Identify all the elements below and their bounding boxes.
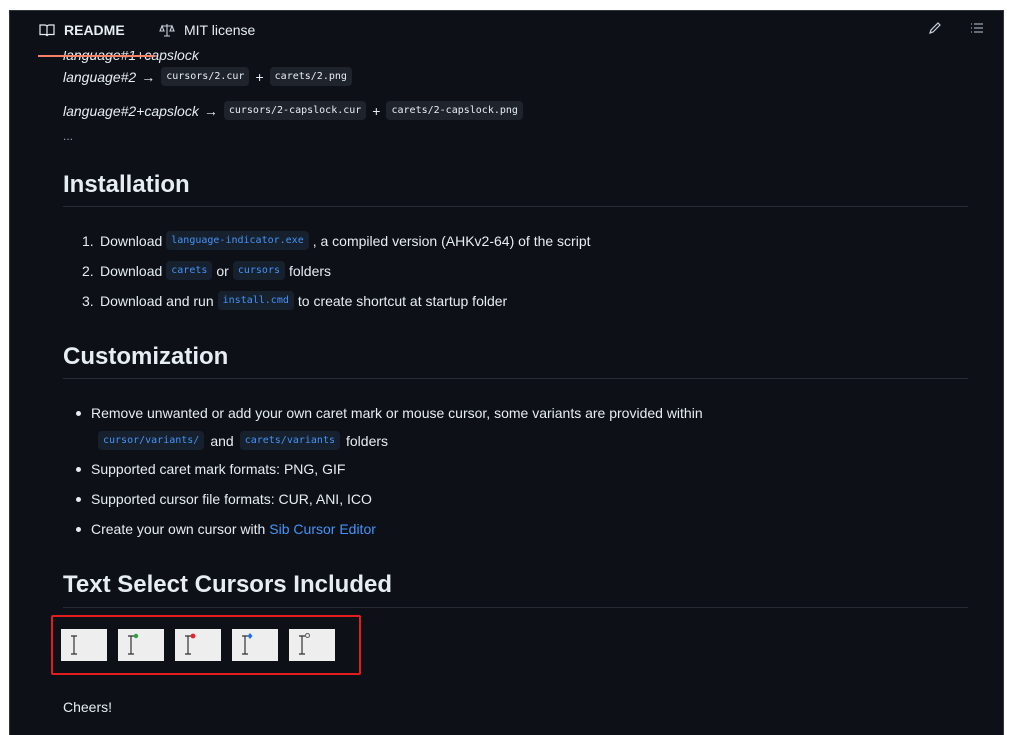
bullet-icon: [76, 526, 81, 532]
step-text: , a compiled version (AHKv2-64) of the s…: [312, 232, 591, 249]
cheers-text: Cheers!: [63, 699, 113, 715]
ibeam-green-icon: [118, 629, 164, 661]
step-text: Download: [100, 232, 163, 249]
step-text: or: [216, 262, 229, 279]
cursor-highlight-box: [51, 615, 361, 675]
mapping-line: language#2+capslock → cursors/2-capslock…: [63, 101, 523, 120]
step-text: Download and run: [100, 292, 214, 309]
step-text: Download: [100, 262, 163, 279]
item-text: Create your own cursor with: [91, 521, 266, 537]
step-number: 2.: [82, 262, 94, 279]
item-text: Supported cursor file formats: CUR, ANI,…: [91, 491, 372, 507]
caret-variants-link[interactable]: carets/variants: [239, 431, 340, 450]
readme-content: language#1+capslock language#2 → cursors…: [10, 11, 1003, 735]
edit-button[interactable]: [924, 19, 946, 41]
installation-heading: Installation: [63, 171, 190, 198]
ibeam-ring-icon: [289, 629, 335, 661]
ellipsis-text: ...: [63, 129, 74, 143]
mapping-line: language#2 → cursors/2.cur + carets/2.pn…: [63, 67, 352, 86]
step-text: to create shortcut at startup folder: [297, 292, 508, 309]
step-item: 2. Download carets or cursors folders: [82, 261, 331, 280]
carets-folder-link[interactable]: carets: [166, 261, 213, 280]
install-cmd-link[interactable]: install.cmd: [217, 291, 294, 310]
item-text: Supported caret mark formats: PNG, GIF: [91, 461, 346, 477]
book-icon: [38, 23, 56, 37]
bullet-icon: [76, 410, 81, 416]
mapping-language: language#2+capslock: [63, 102, 199, 119]
arrow-text: →: [141, 68, 156, 85]
bullet-icon: [76, 466, 81, 472]
list-item: Supported cursor file formats: CUR, ANI,…: [76, 491, 372, 507]
step-number: 3.: [82, 292, 94, 309]
outline-button[interactable]: [966, 19, 988, 41]
mapping-language: language#2: [63, 68, 137, 85]
list-item: Supported caret mark formats: PNG, GIF: [76, 461, 345, 477]
list-item: Create your own cursor with Sib Cursor E…: [76, 521, 376, 537]
list-icon: [970, 21, 984, 40]
ibeam-plain-icon: [61, 629, 107, 661]
plus-text: +: [255, 68, 264, 85]
item-text: folders: [346, 432, 389, 449]
caret-path-code: carets/2.png: [269, 67, 352, 86]
heading-rule: [63, 206, 968, 207]
list-item-continuation: cursor/variants/ and carets/variants fol…: [98, 431, 388, 450]
tab-license-label: MIT license: [184, 22, 256, 38]
sib-cursor-editor-link[interactable]: Sib Cursor Editor: [269, 521, 376, 537]
ibeam-red-icon: [175, 629, 221, 661]
cursor-variants-link[interactable]: cursor/variants/: [98, 431, 205, 450]
law-icon: [158, 23, 176, 37]
tab-readme-label: README: [64, 22, 125, 38]
customization-heading: Customization: [63, 343, 229, 370]
item-text: Remove unwanted or add your own caret ma…: [91, 405, 703, 421]
bullet-icon: [76, 496, 81, 502]
installation-steps: 1. Download language-indicator.exe , a c…: [82, 227, 882, 327]
step-item: 1. Download language-indicator.exe , a c…: [82, 231, 591, 250]
tab-license[interactable]: MIT license: [158, 11, 255, 49]
arrow-text: →: [203, 102, 218, 119]
step-item: 3. Download and run install.cmd to creat…: [82, 291, 507, 310]
step-text: folders: [289, 262, 332, 279]
cursor-path-code: cursors/2-capslock.cur: [223, 101, 367, 120]
readme-panel: language#1+capslock language#2 → cursors…: [9, 10, 1004, 735]
customization-list: Remove unwanted or add your own caret ma…: [76, 401, 956, 541]
step-number: 1.: [82, 232, 94, 249]
heading-rule: [63, 378, 968, 379]
text-select-heading: Text Select Cursors Included: [63, 571, 392, 598]
heading-rule: [63, 607, 968, 608]
cursor-path-code: cursors/2.cur: [161, 67, 250, 86]
ibeam-blue-icon: [232, 629, 278, 661]
caret-path-code: carets/2-capslock.png: [386, 101, 523, 120]
tab-readme[interactable]: README: [38, 11, 155, 57]
item-text: and: [210, 432, 234, 449]
pencil-icon: [928, 21, 942, 40]
readme-tabbar: README MIT license: [10, 11, 1003, 57]
exe-file-link[interactable]: language-indicator.exe: [166, 231, 309, 250]
cursors-folder-link[interactable]: cursors: [232, 261, 285, 280]
list-item: Remove unwanted or add your own caret ma…: [76, 405, 703, 421]
plus-text: +: [372, 102, 381, 119]
